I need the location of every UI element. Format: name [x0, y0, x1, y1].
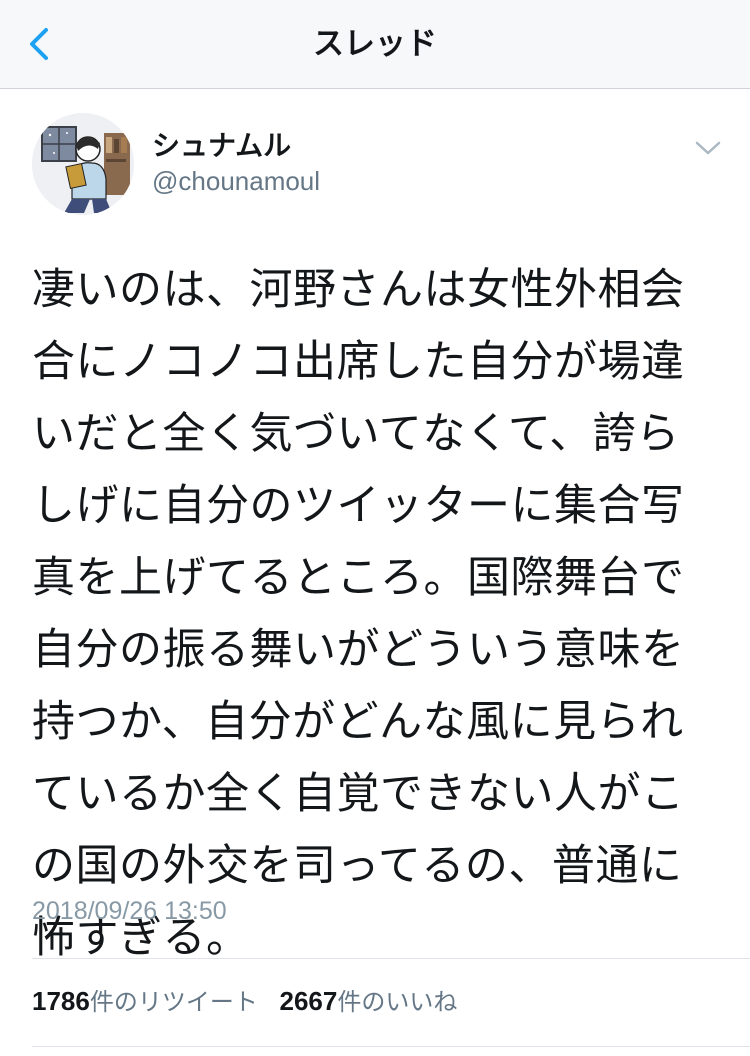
tweet-text-line: 真を上げてるところ。国際舞台で: [32, 553, 685, 603]
tweet-stats: 1786件のリツイート 2667件のいいね: [32, 982, 471, 1017]
likes-stat[interactable]: 2667件のいいね: [279, 982, 457, 1017]
retweets-stat[interactable]: 1786件のリツイート: [32, 982, 258, 1017]
likes-label: 件のいいね: [337, 988, 458, 1016]
divider: [32, 958, 750, 959]
divider: [32, 1046, 750, 1047]
tweet-text-line: 凄いのは、河野さんは女性外相会: [32, 265, 685, 315]
tweet-text-line: 持つか、自分がどんな風に見られ: [32, 697, 684, 747]
page-title: スレッド: [313, 26, 437, 62]
chevron-down-icon: [695, 141, 721, 155]
avatar-illustration: [32, 113, 134, 215]
tweet-text-line: いだと全く気づいてなくて、誇ら: [32, 409, 680, 459]
author-handle[interactable]: @chounamoul: [152, 166, 320, 197]
tweet-timestamp: 2018/09/26 13:50: [32, 897, 227, 925]
likes-count: 2667: [279, 986, 338, 1016]
tweet-text-line: しげに自分のツイッターに集合写: [32, 481, 685, 531]
tweet-text-line: の国の外交を司ってるの、普通に: [32, 841, 683, 891]
retweets-label: 件のリツイート: [89, 988, 258, 1016]
tweet-text-line: ているか全く自覚できない人がこ: [32, 769, 685, 819]
author-display-name[interactable]: シュナムル: [152, 124, 291, 164]
navigation-bar: スレッド: [0, 0, 750, 89]
tweet-text-line: 合にノコノコ出席した自分が場違: [32, 337, 685, 387]
tweet-text-line: 自分の振る舞いがどういう意味を: [32, 625, 685, 675]
tweet-menu-button[interactable]: [692, 134, 724, 162]
tweet-text: 凄いのは、河野さんは女性外相会 合にノコノコ出席した自分が場違 いだと全く気づい…: [32, 254, 722, 974]
avatar[interactable]: [32, 113, 134, 215]
retweets-count: 1786: [32, 986, 90, 1016]
